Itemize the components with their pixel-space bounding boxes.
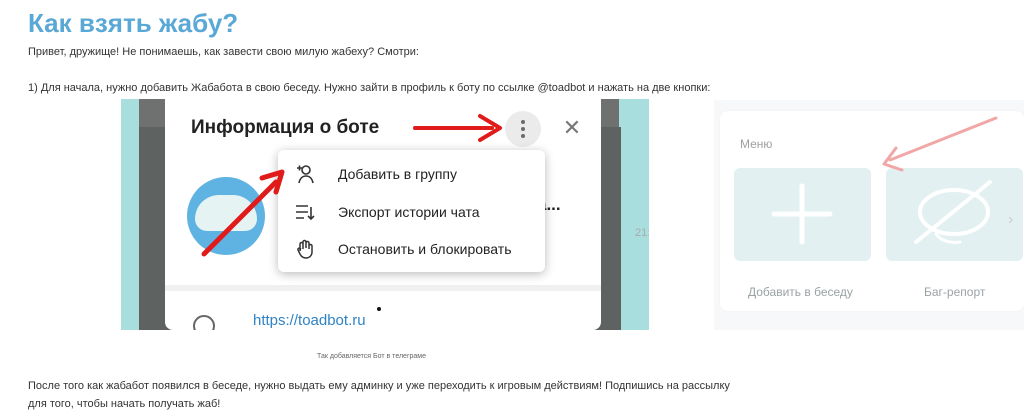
add-to-chat-tile[interactable] [734, 168, 871, 261]
vk-menu-label: Меню [740, 137, 773, 151]
vk-menu-panel: Меню Добавить в беседу Баг-репорт › [720, 111, 1024, 311]
chevron-right-icon[interactable]: › [1008, 211, 1013, 229]
outro-text-line2: для того, чтобы начать получать жаб! [28, 398, 221, 410]
bot-link[interactable]: https://toadbot.ru [253, 312, 366, 329]
time-partial: 21:3 [635, 227, 649, 239]
bug-report-label: Баг-репорт [924, 285, 986, 299]
menu-item-label: Остановить и блокировать [338, 241, 512, 257]
menu-item-export-history[interactable]: Экспорт истории чата [278, 194, 545, 230]
close-icon[interactable]: ✕ [559, 115, 585, 141]
more-options-icon[interactable] [505, 111, 541, 147]
cursor-dot [377, 307, 381, 311]
vk-menu-screenshot: Меню Добавить в беседу Баг-репорт › [714, 100, 1024, 330]
intro-text: Привет, дружище! Не понимаешь, как завес… [28, 46, 419, 58]
add-to-chat-label: Добавить в беседу [748, 285, 853, 299]
menu-item-label: Добавить в группу [338, 166, 457, 182]
frog-icon [195, 195, 257, 231]
info-icon [193, 315, 215, 330]
bug-icon [914, 180, 992, 244]
bot-options-menu: Добавить в группу Экспорт истории чата О… [278, 150, 545, 272]
add-person-icon [294, 163, 316, 185]
export-list-icon [294, 201, 316, 223]
divider [165, 285, 601, 291]
hand-stop-icon [294, 238, 316, 260]
menu-item-add-to-group[interactable]: Добавить в группу [278, 156, 545, 192]
page-title: Как взять жабу? [28, 8, 239, 38]
bot-avatar [187, 177, 265, 255]
menu-item-label: Экспорт истории чата [338, 204, 480, 220]
bug-report-tile[interactable] [886, 168, 1023, 261]
bot-info-title: Информация о боте [191, 117, 380, 138]
outro-text-line1: После того как жабабот появился в беседе… [28, 380, 730, 392]
menu-item-stop-block[interactable]: Остановить и блокировать [278, 231, 545, 267]
plus-icon [771, 183, 833, 245]
step1-text: 1) Для начала, нужно добавить Жабабота в… [28, 82, 711, 94]
screenshot-caption: Так добавляется Бот в телеграме [317, 353, 426, 360]
